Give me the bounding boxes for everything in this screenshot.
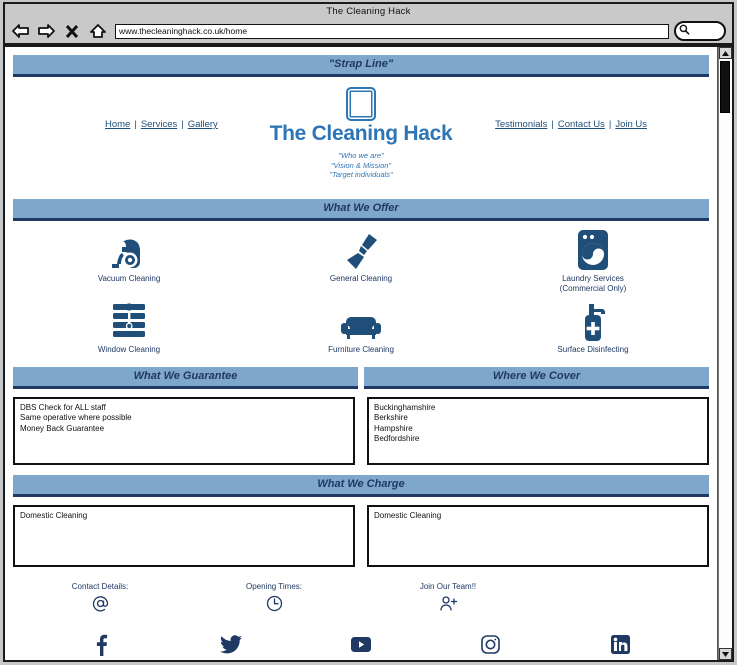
search-box[interactable] xyxy=(674,21,726,41)
brand-block: The Cleaning Hack "Who we are" "Vision &… xyxy=(13,87,709,180)
footer-contact-row: Contact Details: Opening Times: Join Our… xyxy=(13,581,709,616)
guarantee-cover-banners: What We Guarantee Where We Cover xyxy=(13,366,709,389)
sofa-icon xyxy=(245,300,477,342)
scroll-up-button[interactable] xyxy=(719,47,732,59)
cover-box[interactable]: Buckinghamshire Berkshire Hampshire Bedf… xyxy=(367,396,709,465)
footer-join-our-team[interactable]: Join Our Team!! xyxy=(361,581,535,616)
what-we-guarantee-banner: What We Guarantee xyxy=(13,366,358,389)
close-icon[interactable] xyxy=(61,20,83,42)
charge-box-right[interactable]: Domestic Cleaning xyxy=(367,504,709,567)
offers-row-1: Vacuum Cleaning General Cleaning Laundry… xyxy=(13,229,709,293)
offer-label: Surface Disinfecting xyxy=(557,345,629,354)
vacuum-icon xyxy=(13,229,245,271)
linkedin-icon[interactable] xyxy=(555,632,685,658)
spray-bottle-icon xyxy=(477,300,709,342)
youtube-icon[interactable] xyxy=(296,632,426,658)
site-footer: Contact Details: Opening Times: Join Our… xyxy=(13,581,709,658)
tagline-line: "Target individuals" xyxy=(329,170,393,179)
footer-label: Opening Times: xyxy=(245,581,303,591)
vertical-scrollbar[interactable] xyxy=(718,47,732,660)
blinds-icon xyxy=(13,300,245,342)
footer-label: Contact Details: xyxy=(71,581,129,591)
instagram-icon[interactable] xyxy=(426,632,556,658)
guarantee-cover-boxes: DBS Check for ALL staff Same operative w… xyxy=(13,396,709,465)
scrollbar-track[interactable] xyxy=(719,59,732,648)
what-we-offer-banner: What We Offer xyxy=(13,199,709,221)
window-title: The Cleaning Hack xyxy=(326,6,411,17)
scroll-down-button[interactable] xyxy=(719,648,732,660)
scrollbar-thumb[interactable] xyxy=(720,61,730,113)
footer-label: Join Our Team!! xyxy=(419,581,477,591)
offer-vacuum-cleaning[interactable]: Vacuum Cleaning xyxy=(13,229,245,293)
forward-arrow-icon[interactable] xyxy=(35,20,57,42)
offer-surface-disinfecting[interactable]: Surface Disinfecting xyxy=(477,300,709,355)
tagline: "Who we are" "Vision & Mission" "Target … xyxy=(13,151,709,180)
offer-window-cleaning[interactable]: Window Cleaning xyxy=(13,300,245,355)
footer-contact-details[interactable]: Contact Details: xyxy=(13,581,187,616)
footer-spacer xyxy=(535,581,709,616)
strap-line-banner: "Strap Line" xyxy=(13,55,709,77)
at-sign-icon xyxy=(13,592,187,616)
tagline-line: "Who we are" xyxy=(338,151,384,160)
charge-boxes: Domestic Cleaning Domestic Cleaning xyxy=(13,504,709,567)
offer-label-text: Laundry Services (Commercial Only) xyxy=(559,274,627,293)
twitter-icon[interactable] xyxy=(167,632,297,658)
web-page: "Strap Line" Home | Services | Gallery Testi… xyxy=(5,47,718,660)
home-icon[interactable] xyxy=(87,20,109,42)
brush-icon xyxy=(245,229,477,271)
offer-label: Furniture Cleaning xyxy=(328,345,394,354)
offer-general-cleaning[interactable]: General Cleaning xyxy=(245,229,477,293)
clock-icon xyxy=(187,592,361,616)
facebook-icon[interactable] xyxy=(37,632,167,658)
where-we-cover-banner: Where We Cover xyxy=(364,366,709,389)
back-arrow-icon[interactable] xyxy=(9,20,31,42)
guarantee-box[interactable]: DBS Check for ALL staff Same operative w… xyxy=(13,396,355,465)
site-title: The Cleaning Hack xyxy=(269,122,453,145)
address-bar[interactable]: www.thecleaninghack.co.uk/home xyxy=(115,23,669,39)
offer-furniture-cleaning[interactable]: Furniture Cleaning xyxy=(245,300,477,355)
browser-window: The Cleaning Hack www.thecleaninghack.co… xyxy=(0,0,737,665)
browser-viewport: "Strap Line" Home | Services | Gallery Testi… xyxy=(3,45,734,662)
offer-label: Vacuum Cleaning xyxy=(97,274,161,283)
offer-label: Laundry Services (Commercial Only) xyxy=(477,274,709,293)
social-links-row xyxy=(13,632,709,658)
offer-label: General Cleaning xyxy=(329,274,393,283)
browser-chrome: The Cleaning Hack www.thecleaninghack.co… xyxy=(3,2,734,45)
tagline-line: "Vision & Mission" xyxy=(330,160,392,170)
offers-section: Vacuum Cleaning General Cleaning Laundry… xyxy=(13,221,709,361)
site-header: Home | Services | Gallery Testimonials | Conta… xyxy=(13,77,709,193)
what-we-charge-banner: What We Charge xyxy=(13,474,709,497)
washing-machine-icon xyxy=(477,229,709,271)
browser-toolbar: www.thecleaninghack.co.uk/home xyxy=(5,18,732,44)
offer-laundry-services[interactable]: Laundry Services (Commercial Only) xyxy=(477,229,709,293)
offer-label: Window Cleaning xyxy=(97,345,161,354)
footer-opening-times[interactable]: Opening Times: xyxy=(187,581,361,616)
charge-box-left[interactable]: Domestic Cleaning xyxy=(13,504,355,567)
logo-square-icon xyxy=(346,87,376,121)
add-person-icon xyxy=(361,592,535,616)
offers-row-2: Window Cleaning Furniture Cleaning Surfa… xyxy=(13,300,709,355)
search-icon xyxy=(679,22,690,40)
